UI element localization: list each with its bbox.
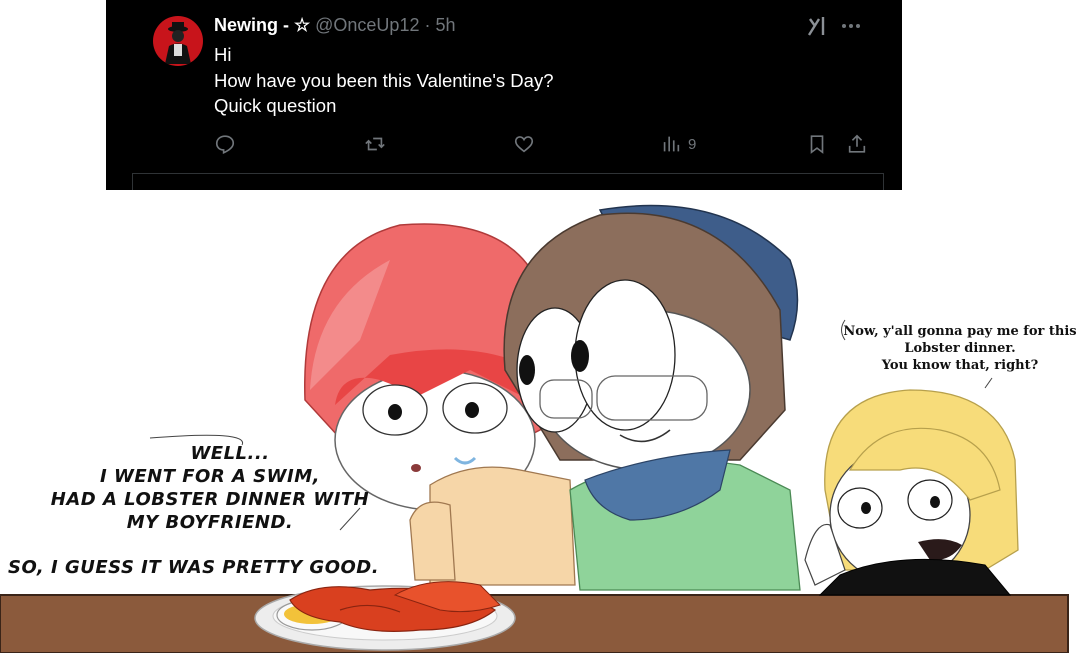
reply-icon <box>215 135 235 154</box>
profile-avatar[interactable] <box>153 16 203 66</box>
tweet-text: Hi How have you been this Valentine's Da… <box>214 42 553 119</box>
tweet-text-line: How have you been this Valentine's Day? <box>214 69 554 91</box>
views-icon <box>663 136 680 152</box>
tweet-text-line: Quick question <box>214 95 337 116</box>
bookmark-icon <box>810 135 824 154</box>
tweet-card[interactable]: Newing - ☆ @OnceUp12 · 5h Hi How have yo… <box>106 0 902 190</box>
display-name[interactable]: Newing - ☆ <box>214 15 310 36</box>
avatar-figure-icon <box>165 22 191 64</box>
reply-button[interactable] <box>214 131 236 157</box>
speech-line: HAD A LOBSTER DINNER WITH <box>50 489 370 510</box>
speech-line: I WENT FOR A SWIM, <box>100 466 320 487</box>
like-button[interactable] <box>513 131 535 157</box>
tweet-divider <box>132 173 884 174</box>
separator-dot: · <box>424 15 431 35</box>
speech-line: You know that, right? <box>881 358 1039 373</box>
more-icon[interactable] <box>840 14 862 38</box>
thread-border-right <box>883 173 884 190</box>
left-speech-bubble: WELL... I WENT FOR A SWIM, HAD A LOBSTER… <box>0 442 420 579</box>
speech-line: WELL... <box>190 443 270 464</box>
share-icon <box>848 134 866 153</box>
speech-line: Lobster dinner. <box>904 341 1016 356</box>
repost-icon <box>365 137 385 151</box>
blonde-character <box>804 389 1019 596</box>
bookmark-button[interactable] <box>806 131 828 157</box>
repost-button[interactable] <box>364 131 386 157</box>
table-surface <box>0 594 1069 653</box>
tweet-text-line: Hi <box>214 44 232 65</box>
right-speech-bubble: Now, y'all gonna pay me for this Lobster… <box>840 323 1080 374</box>
speech-line: SO, I GUESS IT WAS PRETTY GOOD. <box>8 557 380 578</box>
lobster-dinner-plate <box>254 581 516 651</box>
share-button[interactable] <box>846 131 868 157</box>
views-button[interactable]: 9 <box>660 131 696 157</box>
comic-panel: WELL... I WENT FOR A SWIM, HAD A LOBSTER… <box>0 190 1080 653</box>
tweet-header: Newing - ☆ @OnceUp12 · 5h <box>214 15 456 36</box>
grok-icon[interactable] <box>806 14 830 38</box>
tweet-action-bar: 9 <box>214 131 874 159</box>
speech-line: MY BOYFRIEND. <box>126 512 294 533</box>
speech-line: Now, y'all gonna pay me for this <box>843 324 1077 339</box>
comic-illustration <box>0 204 1069 653</box>
tweet-time[interactable]: 5h <box>435 15 455 36</box>
views-count: 9 <box>688 135 697 153</box>
user-handle[interactable]: @OnceUp12 <box>315 15 419 36</box>
heart-icon <box>514 136 534 153</box>
thread-border-left <box>132 173 133 190</box>
right-bubble-tail <box>984 377 993 389</box>
